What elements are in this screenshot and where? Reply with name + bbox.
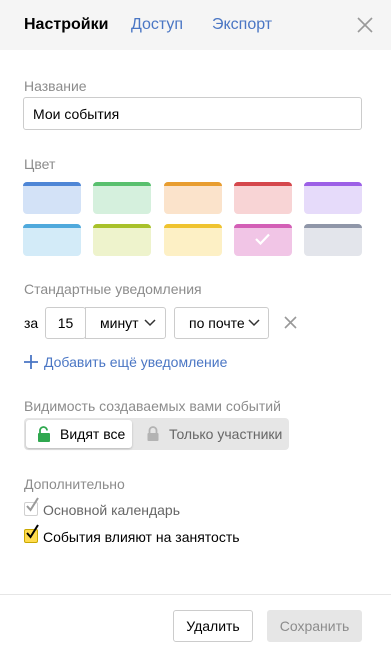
notification-unit-value: минут (100, 315, 139, 331)
extra-label: Дополнительно (24, 476, 125, 492)
add-notification-label: Добавить ещё уведомление (44, 354, 228, 370)
color-swatch-olive[interactable] (93, 224, 151, 256)
tab-access[interactable]: Доступ (131, 15, 183, 35)
visibility-label: Видимость создаваемых вами событий (24, 398, 281, 414)
visibility-option-all[interactable]: Видят все (26, 420, 132, 448)
color-swatch-light-blue[interactable] (23, 224, 81, 256)
primary-calendar-label: Основной календарь (43, 502, 181, 518)
save-button[interactable]: Сохранить (267, 610, 362, 642)
lock-closed-icon (147, 426, 159, 441)
visibility-toggle: Видят все Только участники (24, 418, 289, 450)
calendar-name-input[interactable] (23, 97, 362, 130)
notification-unit-select[interactable]: минут (85, 307, 166, 339)
name-label: Название (24, 78, 87, 94)
lock-open-icon (38, 426, 50, 442)
notification-amount-input[interactable]: 15 (45, 307, 86, 339)
remove-notification-icon[interactable] (284, 316, 297, 329)
dialog-header: Настройки Доступ Экспорт (0, 0, 391, 50)
visibility-participants-label: Только участники (169, 426, 283, 442)
checkmark-icon (255, 233, 270, 245)
notifications-label: Стандартные уведомления (24, 281, 202, 297)
chevron-down-icon (248, 319, 260, 327)
busy-label: События влияют на занятость (43, 529, 240, 545)
color-swatch-blue[interactable] (23, 182, 81, 214)
busy-checkbox[interactable] (24, 524, 39, 543)
close-icon[interactable] (356, 16, 374, 34)
notification-channel-select[interactable]: по почте (174, 307, 269, 339)
tab-settings[interactable]: Настройки (24, 15, 108, 35)
color-swatch-yellow[interactable] (164, 224, 222, 256)
visibility-all-label: Видят все (60, 426, 126, 442)
visibility-option-participants[interactable]: Только участники (134, 420, 287, 448)
chevron-down-icon (144, 319, 156, 327)
delete-button[interactable]: Удалить (173, 610, 253, 642)
color-swatch-orange[interactable] (164, 182, 222, 214)
footer-divider (0, 594, 391, 595)
tab-export[interactable]: Экспорт (212, 15, 272, 35)
color-swatch-gray[interactable] (304, 224, 362, 256)
primary-calendar-checkbox[interactable] (24, 497, 39, 516)
checkmark-icon (26, 497, 39, 512)
color-label: Цвет (24, 156, 56, 172)
color-swatch-pink[interactable] (234, 224, 292, 256)
color-swatch-red[interactable] (234, 182, 292, 214)
checkmark-icon (26, 524, 39, 539)
notification-prefix: за (24, 315, 39, 331)
color-swatch-green[interactable] (93, 182, 151, 214)
notification-channel-value: по почте (189, 315, 245, 331)
color-swatch-purple[interactable] (304, 182, 362, 214)
plus-icon (24, 355, 38, 369)
notification-amount-value: 15 (57, 315, 74, 331)
